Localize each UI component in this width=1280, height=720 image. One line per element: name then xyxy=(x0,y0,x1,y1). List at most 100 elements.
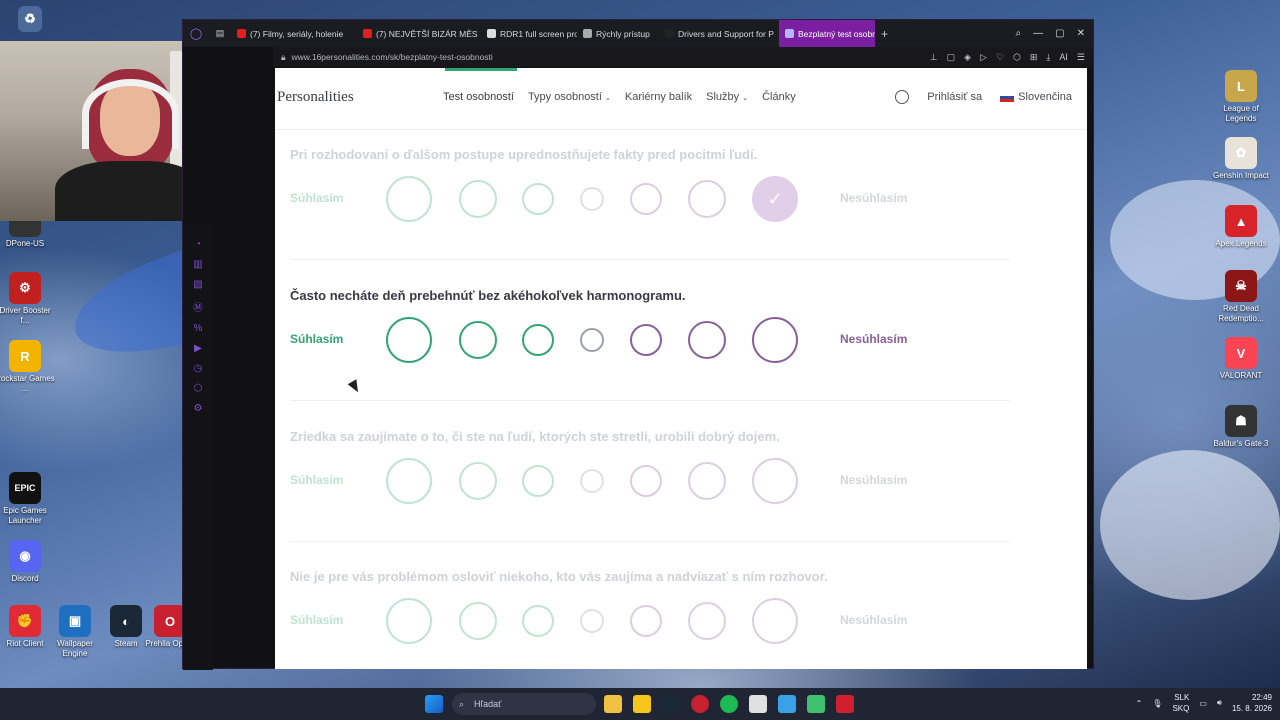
desktop-shortcut[interactable]: R Rockstar Games ... xyxy=(0,340,55,394)
answer-option[interactable] xyxy=(580,469,604,493)
answer-option[interactable] xyxy=(688,462,726,500)
answer-option[interactable] xyxy=(459,602,497,640)
answer-option[interactable] xyxy=(630,605,662,637)
minimize-button[interactable]: — xyxy=(1033,28,1043,39)
chevron-up-icon[interactable]: ⌃ xyxy=(1136,699,1143,708)
heart-icon[interactable]: ♡ xyxy=(996,52,1004,63)
answer-option[interactable]: ✓ xyxy=(752,176,798,222)
address-bar[interactable]: 🔒︎ www.16personalities.com/sk/bezplatny-… xyxy=(273,47,1093,67)
browser-tab[interactable]: Bezplatný test osobnosti | xyxy=(779,20,875,47)
answer-option[interactable] xyxy=(459,462,497,500)
desktop-shortcut[interactable]: EPIC Epic Games Launcher xyxy=(0,472,55,526)
nav-career[interactable]: Kariérny balík xyxy=(625,91,692,103)
shield-icon[interactable]: ◈ xyxy=(964,52,971,63)
browser-tab[interactable]: Drivers and Support for P xyxy=(659,20,779,47)
desktop-shortcut[interactable]: ✿ Genshin Impact xyxy=(1211,137,1271,181)
recycle-bin-icon[interactable]: ♻ xyxy=(0,6,60,34)
new-tab-button[interactable]: + xyxy=(875,27,894,41)
menu-icon[interactable]: ☰ xyxy=(1077,52,1085,63)
browser-tab[interactable]: (7) Filmy, seriály, holenie xyxy=(231,20,357,47)
answer-option[interactable] xyxy=(386,458,432,504)
sidebar-m-icon[interactable]: Ⓜ xyxy=(193,299,203,314)
nav-articles[interactable]: Články xyxy=(762,91,796,103)
maximize-button[interactable]: ▢ xyxy=(1055,28,1064,39)
explorer-icon[interactable] xyxy=(633,695,651,713)
sidebar-extension-icon[interactable]: ⬡ xyxy=(194,383,203,394)
snapshot-icon[interactable]: ▢ xyxy=(947,52,956,63)
browser-sidebar: ◔ ▥ ▧ Ⓜ % ▶ ◷ ⬡ ⚙ xyxy=(183,225,213,670)
volume-icon[interactable]: 🔊︎ xyxy=(1217,698,1222,708)
wallpaper-engine-taskbar-icon[interactable] xyxy=(778,695,796,713)
accessibility-icon[interactable] xyxy=(895,90,910,104)
answer-option[interactable] xyxy=(386,598,432,644)
network-icon[interactable]: ▭ xyxy=(1199,699,1207,708)
answer-option[interactable] xyxy=(386,317,432,363)
answer-option[interactable] xyxy=(752,458,798,504)
pin-icon[interactable]: ⊥ xyxy=(930,52,938,63)
app-icon[interactable] xyxy=(749,695,767,713)
tab-menu-icon[interactable]: ▤ xyxy=(209,28,231,39)
desktop-shortcut[interactable]: ☠ Red Dead Redemptio... xyxy=(1211,270,1271,324)
answer-option[interactable] xyxy=(580,187,604,211)
download-icon[interactable]: ⤓ xyxy=(1046,52,1050,63)
mic-icon[interactable]: 🎙︎ xyxy=(1152,699,1162,708)
clock[interactable]: 22:49 15. 8. 2026 xyxy=(1232,692,1272,714)
sidebar-speed-icon[interactable]: ◔ xyxy=(195,239,201,250)
language-indicator[interactable]: SLK SKQ xyxy=(1172,692,1189,714)
answer-option[interactable] xyxy=(630,465,662,497)
answer-option[interactable] xyxy=(630,183,662,215)
answer-option[interactable] xyxy=(522,605,554,637)
sidebar-twitch-icon[interactable]: ▧ xyxy=(193,279,202,290)
browser-tab[interactable]: Rýchly prístup xyxy=(577,20,659,47)
answer-option[interactable] xyxy=(630,324,662,356)
desktop-shortcut[interactable]: ☗ Baldur's Gate 3 xyxy=(1211,405,1271,449)
login-link[interactable]: Prihlásiť sa xyxy=(927,91,982,103)
answer-option[interactable] xyxy=(752,317,798,363)
store-icon[interactable] xyxy=(604,695,622,713)
sidebar-percent-icon[interactable]: % xyxy=(194,323,203,334)
answer-option[interactable] xyxy=(580,609,604,633)
url-text[interactable]: www.16personalities.com/sk/bezplatny-tes… xyxy=(292,52,493,62)
red-app-icon[interactable] xyxy=(836,695,854,713)
extensions-icon[interactable]: ⬡ xyxy=(1013,52,1021,63)
answer-option[interactable] xyxy=(459,321,497,359)
answer-option[interactable] xyxy=(522,465,554,497)
opera-gx-icon[interactable]: ◯ xyxy=(183,20,209,47)
search-tabs-icon[interactable]: ⌕ xyxy=(1016,28,1022,39)
language-selector[interactable]: Slovenčina xyxy=(1000,91,1072,103)
nav-test[interactable]: Test osobností xyxy=(443,91,514,103)
taskbar-search[interactable]: ⌕ Hľadať xyxy=(452,693,596,715)
answer-option[interactable] xyxy=(688,180,726,218)
close-button[interactable]: ✕ xyxy=(1077,28,1085,39)
spotify-icon[interactable] xyxy=(720,695,738,713)
browser-tab[interactable]: RDR1 full screen problém xyxy=(481,20,577,47)
answer-option[interactable] xyxy=(386,176,432,222)
play-icon[interactable]: ▷ xyxy=(980,52,987,63)
answer-option[interactable] xyxy=(688,602,726,640)
sidebar-history-icon[interactable]: ◷ xyxy=(194,363,203,374)
sidebar-settings-icon[interactable]: ⚙ xyxy=(194,403,203,414)
desktop-shortcut[interactable]: ▲ Apex Legends xyxy=(1211,205,1271,249)
desktop-shortcut[interactable]: ⚙ Driver Booster f... xyxy=(0,272,55,326)
browser-tab[interactable]: (7) NEJVĚTŠÍ BIZÁR MĚS xyxy=(357,20,481,47)
desktop-shortcut[interactable]: L League of Legends xyxy=(1211,70,1271,124)
nav-types[interactable]: Typy osobností ⌄ xyxy=(528,91,611,103)
start-button[interactable] xyxy=(425,695,443,713)
sidebar-bag-icon[interactable]: ▥ xyxy=(193,259,202,270)
answer-option[interactable] xyxy=(688,321,726,359)
site-logo[interactable]: Personalities xyxy=(277,89,354,106)
desktop-shortcut[interactable]: ◉ Discord xyxy=(0,540,55,584)
wallet-icon[interactable]: ⊞ xyxy=(1030,52,1038,63)
ai-button[interactable]: AI xyxy=(1059,52,1068,63)
answer-option[interactable] xyxy=(752,598,798,644)
android-icon[interactable] xyxy=(807,695,825,713)
answer-option[interactable] xyxy=(522,183,554,215)
answer-option[interactable] xyxy=(522,324,554,356)
sidebar-player-icon[interactable]: ▶ xyxy=(194,343,202,354)
nav-services[interactable]: Služby ⌄ xyxy=(706,91,748,103)
answer-option[interactable] xyxy=(459,180,497,218)
opera-taskbar-icon[interactable] xyxy=(691,695,709,713)
desktop-shortcut[interactable]: V VALORANT xyxy=(1211,337,1271,381)
steam-taskbar-icon[interactable] xyxy=(662,695,680,713)
answer-option[interactable] xyxy=(580,328,604,352)
